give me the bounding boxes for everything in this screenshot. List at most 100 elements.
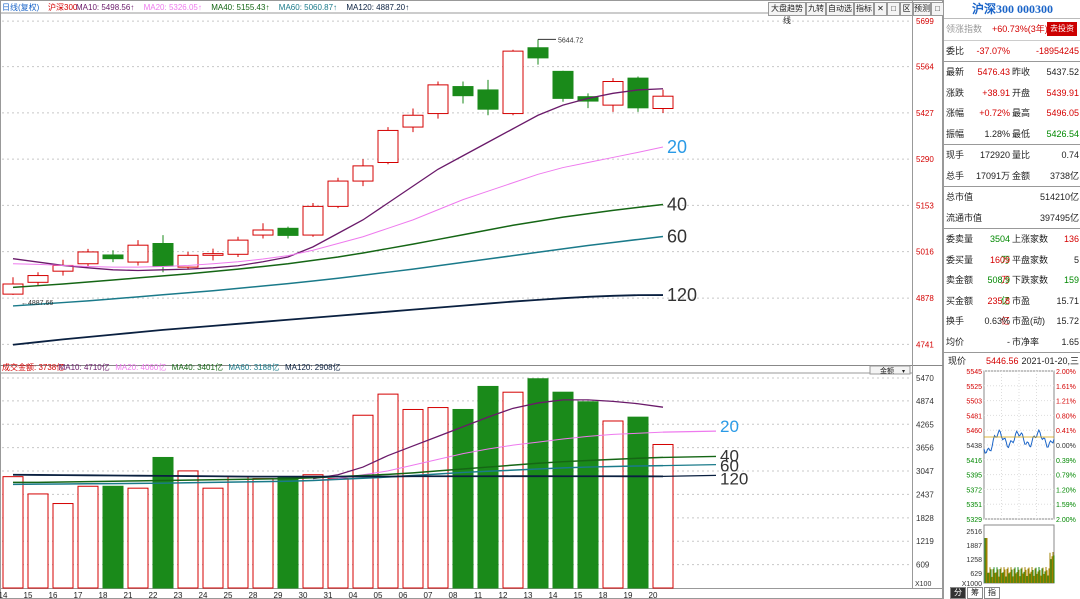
- price-tick-label: 4741: [916, 340, 934, 349]
- price-legend-item: MA120: 4887.20↑: [346, 3, 409, 12]
- mini-right-label: 1.59%: [1056, 502, 1076, 509]
- quote-value: 1.65: [1061, 336, 1079, 347]
- mini-volume-label: 1258: [966, 557, 982, 564]
- date-tick-label: 24: [199, 591, 208, 599]
- quote-value: -: [1007, 336, 1010, 347]
- volume-bar: [127, 487, 149, 589]
- quote-label: 下跌家数: [1012, 275, 1049, 285]
- volume-bar: [427, 407, 449, 589]
- volume-bar: [2, 476, 24, 589]
- date-tick-label: 19: [624, 591, 633, 599]
- volume-legend-item: MA120: 2908亿: [285, 362, 341, 372]
- candle-body: [2, 283, 24, 295]
- quote-label: 量比: [1012, 150, 1031, 160]
- mini-left-label: 5416: [966, 458, 982, 465]
- invest-button[interactable]: 去投资: [1047, 22, 1077, 36]
- quote-label: 流通市值: [946, 212, 983, 223]
- candle-body: [427, 84, 449, 115]
- lead-row: 领涨指数 +60.73%(3年) 去投资: [944, 19, 1080, 41]
- toolbar-button[interactable]: 区: [900, 2, 913, 16]
- quote-value: +0.72%: [979, 108, 1010, 118]
- toolbar-button[interactable]: 预测: [913, 2, 931, 16]
- quote-value: 3738亿: [1049, 170, 1079, 181]
- price-tick-label: 5290: [916, 155, 934, 164]
- mini-left-label: 5395: [966, 473, 982, 480]
- volume-bar: [602, 420, 624, 589]
- mini-right-label: 1.21%: [1056, 399, 1076, 406]
- quote-row: 卖金额 508.9亿 下跌家数 159: [944, 270, 1080, 306]
- quote-row: 流通市值 397495亿: [944, 208, 1080, 229]
- quote-row: 最新 5476.43 昨收 5437.52: [944, 61, 1080, 83]
- quote-value: -18954245: [1035, 45, 1079, 56]
- quote-value: -37.07%: [976, 45, 1010, 56]
- mini-volume-label: 2516: [966, 529, 982, 536]
- candle-body: [377, 129, 399, 163]
- price-tick-label: 5699: [916, 17, 934, 26]
- panel-tab[interactable]: 指: [984, 587, 1000, 599]
- toolbar-button[interactable]: □: [887, 2, 900, 16]
- candle-body: [352, 165, 374, 182]
- quote-value: 5439.91: [1046, 87, 1079, 98]
- quote-value: 0.63%: [984, 316, 1010, 326]
- quote-row: 总手 17091万 金额 3738亿: [944, 166, 1080, 187]
- candle-body: [77, 251, 99, 265]
- quote-panel: 沪深300 000300 领涨指数 +60.73%(3年) 去投资 委比 -37.…: [943, 0, 1080, 599]
- price-tick-label: 5153: [916, 201, 934, 210]
- mini-volume-label: 1887: [966, 543, 982, 550]
- date-tick-label: 18: [99, 591, 108, 599]
- quote-value: 5: [1073, 254, 1079, 265]
- volume-bar: [302, 474, 324, 589]
- price-tick-label: 5427: [916, 109, 934, 118]
- mini-right-label: 2.00%: [1056, 369, 1076, 376]
- mini-right-label: 0.00%: [1056, 443, 1076, 450]
- quote-label: 买金额: [946, 295, 974, 306]
- date-tick-label: 30: [299, 591, 308, 599]
- now-row: 现价 5446.56 2021-01-20,三: [944, 352, 1080, 369]
- volume-bar: [402, 408, 424, 589]
- toolbar-button[interactable]: 指标: [854, 2, 874, 16]
- quote-label: 总手: [946, 170, 965, 181]
- bottom-tabs: 分筹指: [950, 587, 1001, 599]
- volume-bar: [577, 401, 599, 589]
- quote-label: 开盘: [1012, 87, 1031, 98]
- quote-label: 市盈(动): [1012, 316, 1045, 326]
- price-legend-item: MA60: 5060.87↑: [279, 3, 337, 12]
- volume-bar: [227, 476, 249, 589]
- low-marker-label: ←4887.66: [21, 300, 53, 307]
- mini-right-label: 1.61%: [1056, 384, 1076, 391]
- volume-bar: [77, 485, 99, 589]
- volume-legend-item: MA20: 4060亿: [115, 362, 166, 372]
- date-tick-label: 21: [124, 591, 133, 599]
- date-tick-label: 15: [24, 591, 33, 599]
- quote-label: 换手: [946, 316, 965, 326]
- price-legend-item: MA20: 5326.05↑: [144, 3, 202, 12]
- mini-right-label: 2.00%: [1056, 517, 1076, 524]
- quote-row: 委比 -37.07% -18954245: [944, 41, 1080, 62]
- panel-tab[interactable]: 筹: [967, 587, 983, 599]
- quote-value: 1.28%: [984, 128, 1010, 139]
- candle-body: [227, 239, 249, 255]
- quote-label: 市盈: [1012, 295, 1031, 306]
- price-legend-item: 沪深300: [48, 2, 78, 12]
- quote-row: 涨跌 +38.91 开盘 5439.91: [944, 83, 1080, 104]
- quote-label: 涨跌: [946, 87, 965, 98]
- ma-end-label: 120: [667, 285, 697, 305]
- quote-value: 514210亿: [1039, 192, 1079, 202]
- intraday-mini-chart[interactable]: 5545 2.00% 5525 1.61% 5503 1.21% 5481 0.80% 5460…: [944, 369, 1080, 589]
- volume-tick-label: 2437: [916, 490, 934, 499]
- volume-ma-tail: [662, 430, 717, 433]
- volume-unit: X100: [915, 581, 931, 588]
- quote-row: 委买量 1609万 平盘家数 5: [944, 250, 1080, 286]
- toolbar-button[interactable]: 九转: [806, 2, 826, 16]
- candle-body: [502, 50, 524, 115]
- toolbar-button[interactable]: ✕: [874, 2, 887, 16]
- toolbar-button[interactable]: 大盘趋势线: [768, 2, 806, 25]
- toolbar-button[interactable]: 自动选: [826, 2, 854, 16]
- quote-rows: 委比 -37.07% -18954245 最新 5476.43 昨收 5437.52 涨跌 +3…: [944, 41, 1080, 353]
- volume-tick-label: 3656: [916, 444, 934, 453]
- quote-row: 涨幅 +0.72% 最高 5496.05: [944, 103, 1080, 124]
- panel-tab[interactable]: 分: [950, 587, 966, 599]
- volume-tick-label: 4265: [916, 420, 934, 429]
- kline-chart[interactable]: 2040601205644.72←4887.66 204060120 56995…: [0, 0, 943, 599]
- ma-line-ma60: [12, 235, 664, 307]
